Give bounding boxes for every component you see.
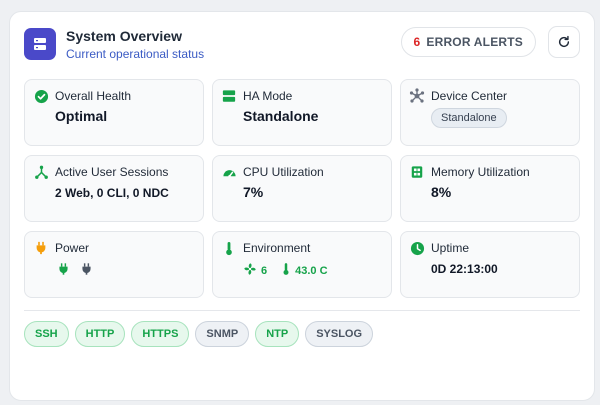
temperature-value: 43.0 C <box>295 264 328 277</box>
page-title: System Overview <box>66 28 182 44</box>
clock-icon <box>409 240 425 256</box>
active-sessions-value: 2 Web, 0 CLI, 0 NDC <box>55 186 169 200</box>
tile-uptime: Uptime 0D 22:13:00 <box>400 231 580 298</box>
error-alert-label: ERROR ALERTS <box>426 35 523 49</box>
environment-label: Environment <box>243 241 311 255</box>
protocol-syslog[interactable]: SYSLOG <box>305 321 374 347</box>
gauge-icon <box>221 164 237 180</box>
active-sessions-label: Active User Sessions <box>55 165 169 179</box>
protocol-ssh[interactable]: SSH <box>24 321 69 347</box>
power-supply-list <box>57 262 93 281</box>
tile-memory: Memory Utilization 8% <box>400 155 580 222</box>
check-circle-icon <box>33 88 49 104</box>
server-logo-icon <box>24 28 56 60</box>
memory-chip-icon <box>409 164 425 180</box>
fan-icon <box>243 262 257 279</box>
tile-environment: Environment 6 43.0 C <box>212 231 392 298</box>
users-branch-icon <box>33 164 49 180</box>
network-hub-icon <box>409 88 425 104</box>
tile-overall-health: Overall Health Optimal <box>24 79 204 146</box>
card-header: System Overview Current operational stat… <box>24 26 580 62</box>
system-overview-card: System Overview Current operational stat… <box>9 11 595 401</box>
protocol-https[interactable]: HTTPS <box>131 321 190 347</box>
device-center-badge: Standalone <box>431 108 507 128</box>
overall-health-value: Optimal <box>55 108 108 124</box>
cpu-value: 7% <box>243 184 264 200</box>
ha-mode-value: Standalone <box>243 108 319 124</box>
protocol-list: SSH HTTP HTTPS SNMP NTP SYSLOG <box>24 321 374 347</box>
power-supply-inactive-icon <box>80 262 93 281</box>
protocol-ntp[interactable]: NTP <box>255 321 300 347</box>
refresh-button[interactable] <box>548 26 580 58</box>
uptime-label: Uptime <box>431 241 470 255</box>
uptime-value: 0D 22:13:00 <box>431 262 498 276</box>
tile-device-center: Device Center Standalone <box>400 79 580 146</box>
server-icon <box>221 88 237 104</box>
thermometer-icon <box>221 240 237 256</box>
section-divider <box>24 310 580 311</box>
plug-icon <box>33 240 49 256</box>
ha-mode-label: HA Mode <box>243 89 293 103</box>
refresh-icon <box>558 35 570 48</box>
error-alert-count: 6 <box>413 35 421 49</box>
page-subtitle: Current operational status <box>66 47 205 61</box>
power-supply-ok-icon <box>57 262 70 281</box>
memory-value: 8% <box>431 184 452 200</box>
tile-power: Power <box>24 231 204 298</box>
memory-label: Memory Utilization <box>431 165 530 179</box>
environment-readings: 6 43.0 C <box>243 262 328 279</box>
temperature-icon <box>281 262 291 279</box>
protocol-http[interactable]: HTTP <box>74 321 126 347</box>
error-alerts-button[interactable]: 6 ERROR ALERTS <box>400 27 536 57</box>
cpu-label: CPU Utilization <box>243 165 324 179</box>
power-label: Power <box>55 241 90 255</box>
tile-active-sessions: Active User Sessions 2 Web, 0 CLI, 0 NDC <box>24 155 204 222</box>
protocol-snmp[interactable]: SNMP <box>195 321 250 347</box>
device-center-label: Device Center <box>431 89 508 103</box>
tile-cpu: CPU Utilization 7% <box>212 155 392 222</box>
overall-health-label: Overall Health <box>55 89 132 103</box>
fan-count: 6 <box>261 264 268 277</box>
tile-ha-mode: HA Mode Standalone <box>212 79 392 146</box>
